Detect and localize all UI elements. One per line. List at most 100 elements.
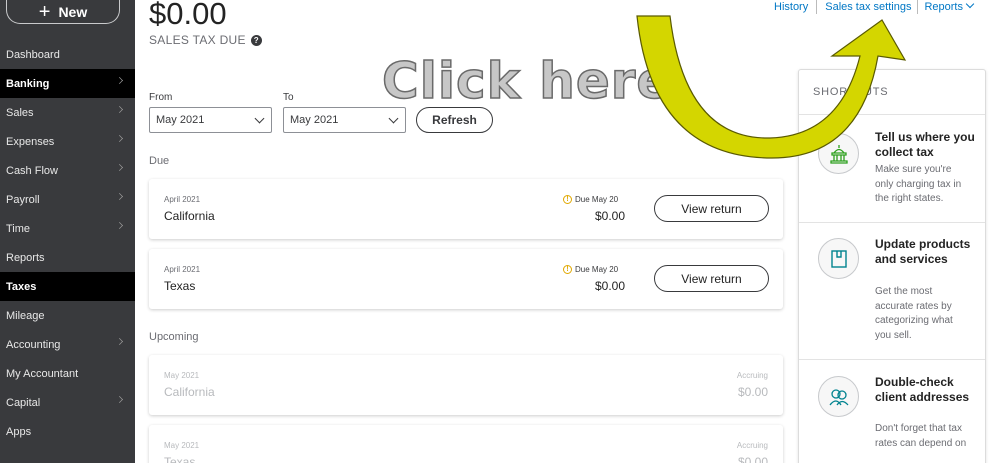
from-month-select[interactable]: May 2021: [149, 107, 272, 133]
sidebar-item-cash-flow[interactable]: Cash Flow: [0, 156, 135, 185]
row-amount: $0.00: [594, 279, 625, 293]
chevron-right-icon: [116, 222, 123, 229]
upcoming-heading: Upcoming: [149, 331, 199, 343]
sidebar-item-label: Dashboard: [6, 48, 60, 61]
link-divider: [917, 0, 919, 14]
row-state: Texas: [164, 279, 196, 293]
shortcut-heading[interactable]: Double-check client addresses: [875, 375, 975, 405]
refresh-button[interactable]: Refresh: [416, 107, 493, 133]
accruing-status: Accruing: [736, 441, 768, 450]
history-link[interactable]: History: [774, 1, 808, 13]
to-label: To: [283, 92, 294, 103]
due-date-label: Due May 20: [575, 195, 619, 204]
view-return-button[interactable]: View return: [654, 265, 769, 292]
row-amount: $0.00: [737, 385, 768, 399]
reports-dropdown-label: Reports: [924, 1, 963, 13]
warning-icon: !: [563, 195, 572, 204]
row-period: April 2021: [164, 195, 201, 204]
plus-icon: +: [38, 0, 51, 23]
row-amount: $0.00: [737, 455, 768, 463]
sidebar-item-payroll[interactable]: Payroll: [0, 185, 135, 214]
shortcut-description: Don't forget that tax rates can depend o…: [875, 423, 967, 449]
sidebar-item-time[interactable]: Time: [0, 214, 135, 243]
sales-tax-settings-link[interactable]: Sales tax settings: [825, 1, 911, 13]
reports-dropdown-link[interactable]: Reports: [924, 0, 975, 13]
chevron-right-icon: [116, 135, 123, 142]
sidebar-item-label: Reports: [6, 251, 45, 264]
divider: [799, 222, 985, 223]
sidebar-item-label: Cash Flow: [6, 164, 58, 177]
to-month-value: May 2021: [290, 114, 339, 126]
due-date: ! Due May 20: [563, 265, 618, 274]
sidebar-item-reports[interactable]: Reports: [0, 243, 135, 272]
sidebar-item-label: Accounting: [6, 338, 61, 351]
chevron-right-icon: [116, 193, 123, 200]
sidebar-item-taxes[interactable]: Taxes: [0, 272, 135, 301]
sidebar-item-label: Apps: [6, 425, 32, 438]
row-state: California: [164, 385, 215, 399]
chevron-down-icon: [965, 0, 975, 9]
sidebar-item-label: Payroll: [6, 193, 40, 206]
sidebar-item-label: Time: [6, 222, 31, 235]
chevron-right-icon: [116, 338, 123, 345]
sidebar-item-apps[interactable]: Apps: [0, 417, 135, 446]
row-amount: $0.00: [594, 209, 625, 223]
shortcut-description: Get the most accurate rates by categoriz…: [875, 286, 953, 341]
sidebar-item-mileage[interactable]: Mileage: [0, 301, 135, 330]
product-box-icon[interactable]: [818, 238, 859, 279]
row-period: May 2021: [164, 441, 200, 450]
chevron-down-icon: [254, 113, 265, 124]
clients-icon[interactable]: [818, 376, 859, 417]
chevron-down-icon: [388, 113, 399, 124]
chevron-right-icon: [116, 77, 123, 84]
row-period: April 2021: [164, 265, 201, 274]
sidebar-item-label: Sales: [6, 106, 34, 119]
chevron-right-icon: [116, 396, 123, 403]
new-button[interactable]: + New: [6, 0, 120, 24]
link-divider: [816, 0, 818, 14]
sidebar-item-sales[interactable]: Sales: [0, 98, 135, 127]
shortcut-heading[interactable]: Tell us where you collect tax: [875, 130, 975, 160]
sidebar-item-expenses[interactable]: Expenses: [0, 127, 135, 156]
upcoming-row-texas: May 2021 Texas Accruing $0.00: [149, 425, 783, 463]
to-month-select[interactable]: May 2021: [283, 107, 406, 133]
help-icon[interactable]: ?: [250, 34, 262, 46]
sidebar-item-label: Taxes: [6, 280, 37, 293]
row-state: Texas: [164, 455, 196, 463]
row-state: California: [164, 209, 215, 223]
due-date: ! Due May 20: [563, 195, 618, 204]
shortcut-description: Make sure you're only charging tax in th…: [875, 164, 962, 204]
from-label: From: [149, 92, 173, 103]
sales-tax-due-amount: $0.00: [149, 0, 227, 31]
due-date-label: Due May 20: [575, 265, 619, 274]
chevron-right-icon: [116, 106, 123, 113]
sidebar-item-my-accountant[interactable]: My Accountant: [0, 359, 135, 388]
page-subtitle: SALES TAX DUE ?: [149, 33, 262, 47]
sidebar-item-label: Mileage: [6, 309, 45, 322]
chevron-right-icon: [116, 164, 123, 171]
top-links: History Sales tax settings Reports: [774, 0, 975, 14]
sidebar-item-label: Expenses: [6, 135, 55, 148]
sidebar-item-capital[interactable]: Capital: [0, 388, 135, 417]
sidebar-item-dashboard[interactable]: Dashboard: [0, 40, 135, 69]
row-period: May 2021: [164, 371, 200, 380]
capitol-building-icon[interactable]: [818, 133, 859, 174]
upcoming-row-california: May 2021 California Accruing $0.00: [149, 355, 783, 415]
due-row-california: April 2021 California ! Due May 20 $0.00…: [149, 179, 783, 239]
sidebar-item-banking[interactable]: Banking: [0, 69, 135, 98]
divider: [799, 114, 985, 115]
sidebar-item-label: Banking: [6, 77, 50, 90]
sidebar-item-accounting[interactable]: Accounting: [0, 330, 135, 359]
sidebar-item-label: Capital: [6, 396, 41, 409]
left-nav-sidebar: + New Dashboard Banking Sales Expenses C…: [0, 0, 135, 463]
sidebar-item-label: My Accountant: [6, 367, 79, 380]
from-month-value: May 2021: [156, 114, 205, 126]
due-row-texas: April 2021 Texas ! Due May 20 $0.00 View…: [149, 249, 783, 309]
accruing-status: Accruing: [736, 371, 768, 380]
due-heading: Due: [149, 155, 170, 167]
shortcut-heading[interactable]: Update products and services: [875, 237, 975, 267]
warning-icon: !: [563, 265, 572, 274]
view-return-button[interactable]: View return: [654, 195, 769, 222]
sales-tax-due-label: SALES TAX DUE: [149, 33, 246, 47]
divider: [799, 359, 985, 360]
